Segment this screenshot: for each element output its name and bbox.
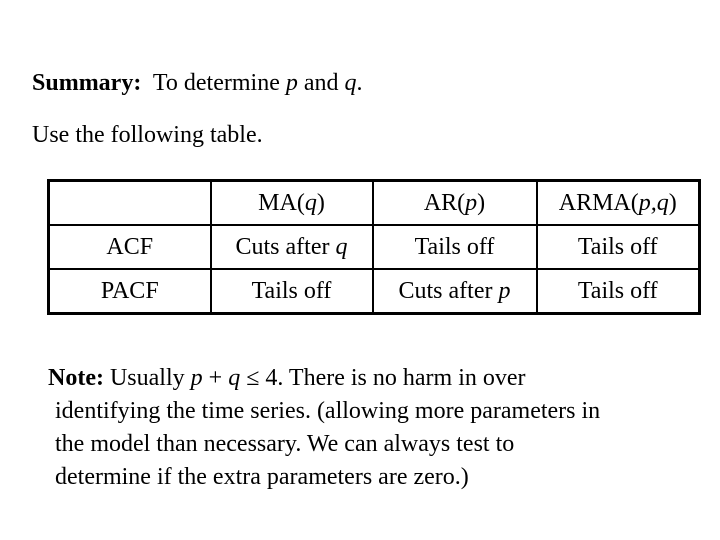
cell-text: Cuts after bbox=[235, 234, 336, 260]
cell-var: q bbox=[335, 234, 348, 260]
table-row-pacf: PACF Tails off Cuts after p Tails off bbox=[47, 268, 701, 315]
cell-text: Tails off bbox=[414, 234, 495, 260]
cell-text: Tails off bbox=[251, 278, 332, 304]
summary-label: Summary: bbox=[32, 70, 142, 96]
note-line-1: Note: Usually p + q ≤ 4. There is no har… bbox=[48, 362, 708, 395]
summary-var-q: q bbox=[344, 70, 357, 96]
summary-var-p: p bbox=[285, 70, 298, 96]
header-suffix: ) bbox=[316, 190, 325, 216]
note-line-2: identifying the time series. (allowing m… bbox=[55, 398, 601, 424]
header-cell-ma: MA(q) bbox=[209, 179, 374, 226]
cell-acf-ma: Cuts after q bbox=[209, 224, 374, 270]
header-var: p bbox=[465, 190, 478, 216]
note-text: Usually bbox=[103, 365, 191, 391]
note-label: Note: bbox=[48, 365, 104, 391]
cell-text: Tails off bbox=[577, 234, 658, 260]
cell-pacf-ar: Cuts after p bbox=[371, 268, 538, 315]
header-prefix: ARMA( bbox=[558, 190, 639, 216]
cell-pacf-arma: Tails off bbox=[535, 268, 701, 315]
header-cell-empty bbox=[47, 179, 212, 226]
note-text: ≤ 4. There is no harm in over bbox=[240, 365, 526, 391]
cell-var: p bbox=[498, 278, 511, 304]
note-paragraph: Note: Usually p + q ≤ 4. There is no har… bbox=[48, 362, 708, 494]
row-label-acf: ACF bbox=[47, 224, 212, 270]
header-cell-ar: AR(p) bbox=[371, 179, 538, 226]
note-line-4: determine if the extra parameters are ze… bbox=[55, 464, 469, 490]
note-var-p: p bbox=[190, 365, 203, 391]
cell-text: Tails off bbox=[577, 278, 658, 304]
cell-pacf-ma: Tails off bbox=[209, 268, 374, 315]
table-header-row: MA(q) AR(p) ARMA(p,q) bbox=[47, 179, 701, 226]
header-suffix: ) bbox=[668, 190, 677, 216]
summary-text-end: . bbox=[356, 70, 363, 96]
cell-acf-arma: Tails off bbox=[535, 224, 701, 270]
summary-text-before: To determine bbox=[152, 70, 286, 96]
intro-text: Use the following table. bbox=[32, 122, 263, 148]
table-row-acf: ACF Cuts after q Tails off Tails off bbox=[47, 224, 701, 270]
cell-acf-ar: Tails off bbox=[371, 224, 538, 270]
note-var-q: q bbox=[228, 365, 241, 391]
header-prefix: AR( bbox=[423, 190, 466, 216]
note-plus: + bbox=[202, 365, 229, 391]
header-var: q bbox=[304, 190, 317, 216]
summary-text-and: and bbox=[297, 70, 345, 96]
header-prefix: MA( bbox=[258, 190, 305, 216]
model-identification-table: MA(q) AR(p) ARMA(p,q) ACF Cuts after q T… bbox=[47, 179, 701, 315]
cell-text: Cuts after bbox=[398, 278, 499, 304]
header-suffix: ) bbox=[477, 190, 486, 216]
summary-heading: Summary: To determine p and q. bbox=[32, 68, 363, 98]
note-line-3: the model than necessary. We can always … bbox=[55, 431, 515, 457]
header-cell-arma: ARMA(p,q) bbox=[535, 179, 701, 226]
row-label-pacf: PACF bbox=[47, 268, 212, 315]
header-var: p,q bbox=[638, 190, 669, 216]
